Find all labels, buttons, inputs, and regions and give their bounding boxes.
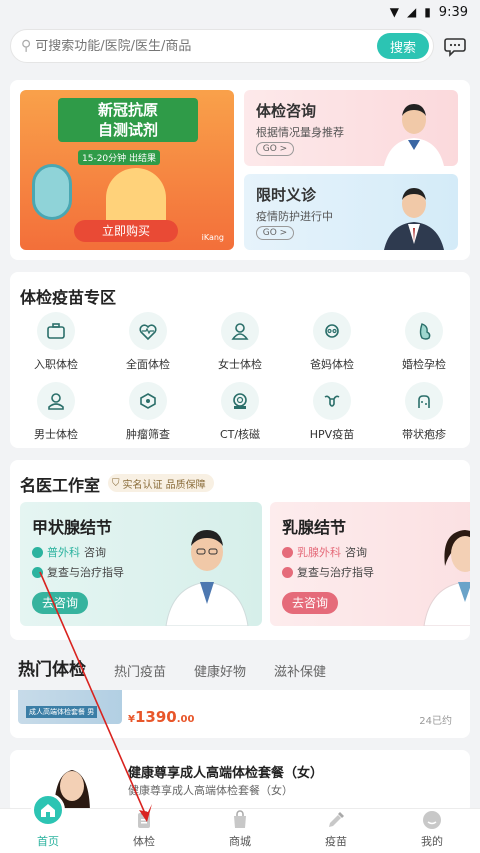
card-line: 乳腺外科 咨询 [282, 544, 367, 560]
wifi-icon: ▼ [389, 5, 399, 19]
doctor-portrait-icon [384, 188, 444, 250]
male-doctor-portrait-icon [165, 530, 249, 626]
nav-checkup[interactable]: 体检 [96, 809, 192, 853]
message-icon[interactable] [444, 35, 466, 57]
heart-pulse-icon [129, 312, 167, 350]
card-title: 体检咨询 [256, 102, 317, 120]
antigen-test-banner[interactable]: 新冠抗原 自测试剂 15-20分钟 出结果 立即购买 iKang [20, 90, 234, 250]
zone-item-ct-mri[interactable]: CT/核磁 [194, 382, 286, 442]
search-input[interactable] [35, 38, 366, 54]
woman-icon [221, 312, 259, 350]
shingles-icon [405, 382, 443, 420]
card-title: 乳腺结节 [282, 518, 347, 537]
zone-item-tumor-screening[interactable]: 肿瘤筛查 [102, 382, 194, 442]
briefcase-icon [37, 312, 75, 350]
section-title: 体检疫苗专区 [20, 288, 117, 307]
nav-mall[interactable]: 商城 [192, 809, 288, 853]
nav-home[interactable]: 首页 [0, 793, 96, 853]
promo-title: 新冠抗原 自测试剂 [58, 98, 198, 142]
buy-now-button[interactable]: 立即购买 [74, 220, 178, 242]
card-subtitle: 根据情况量身推荐 [256, 126, 344, 139]
search-icon: ⚲ [21, 38, 32, 54]
product-card[interactable]: 健康尊享成人高端体检套餐（女） 健康尊享成人高端体检套餐（女） [10, 750, 470, 814]
female-doctor-portrait-icon [423, 530, 470, 626]
status-time: 9:39 [438, 4, 468, 20]
profile-icon [423, 811, 441, 829]
signal-icon: ◢ [406, 5, 417, 19]
top-bar: ⚲ 搜索 [10, 28, 472, 64]
checkup-consult-card[interactable]: 体检咨询 根据情况量身推荐 GO > [244, 90, 458, 166]
shopping-bag-icon [234, 810, 246, 828]
zone-item-women-checkup[interactable]: 女士体检 [194, 312, 286, 372]
product-price: ¥1390.00 [128, 708, 195, 726]
famous-doctor-studio: 名医工作室 ⛉ 实名认证 品质保障 甲状腺结节 普外科 咨询 复查与治疗指导 去咨… [10, 460, 470, 640]
tab-hot-vaccine[interactable]: 热门疫苗 [114, 661, 166, 688]
zone-grid: 入职体检 全面体检 女士体检 爸妈体检 婚检孕检 男士体检 肿瘤筛查 CT/核磁… [10, 312, 470, 442]
zone-item-employment-checkup[interactable]: 入职体检 [10, 312, 102, 372]
card-line: 普外科 咨询 [32, 544, 106, 560]
card-subtitle: 疫情防护进行中 [256, 210, 333, 223]
man-icon [37, 382, 75, 420]
zone-item-men-checkup[interactable]: 男士体检 [10, 382, 102, 442]
product-thumbnail: 成人高端体检套餐 男 [18, 690, 122, 724]
tab-nourishment[interactable]: 滋补保健 [274, 661, 326, 688]
go-button[interactable]: GO > [256, 226, 294, 240]
product-tabs: 热门体检 热门疫苗 健康好物 滋补保健 [0, 652, 480, 688]
card-title: 限时义诊 [256, 186, 317, 204]
banner-section: 新冠抗原 自测试剂 15-20分钟 出结果 立即购买 iKang 体检咨询 根据… [10, 80, 470, 260]
zone-item-hpv-vaccine[interactable]: HPV疫苗 [286, 382, 378, 442]
uterus-icon [313, 382, 351, 420]
tab-health-goods[interactable]: 健康好物 [194, 661, 246, 688]
zone-item-parents-checkup[interactable]: 爸妈体检 [286, 312, 378, 372]
checkup-vaccine-zone: 体检疫苗专区 入职体检 全面体检 女士体检 爸妈体检 婚检孕检 男士体检 肿瘤筛… [10, 272, 470, 448]
home-icon [31, 793, 65, 827]
syringe-icon [329, 812, 344, 827]
product-name: 健康尊享成人高端体检套餐（女） [128, 766, 324, 781]
ct-scanner-icon [221, 382, 259, 420]
check-icon [282, 546, 293, 558]
status-bar: ▼ ◢ ▮ 9:39 [0, 0, 480, 24]
free-clinic-card[interactable]: 限时义诊 疫情防护进行中 GO > [244, 174, 458, 250]
verified-badge: ⛉ 实名认证 品质保障 [108, 474, 214, 492]
tumor-icon [129, 382, 167, 420]
pregnancy-icon [405, 312, 443, 350]
search-box[interactable]: ⚲ 搜索 [10, 29, 434, 63]
product-subtitle: 健康尊享成人高端体检套餐（女） [128, 784, 293, 797]
promo-tag: 15-20分钟 出结果 [78, 150, 161, 165]
card-title: 甲状腺结节 [32, 518, 113, 537]
shield-icon: ⛉ [112, 477, 120, 489]
zone-item-shingles[interactable]: 带状疱疹 [378, 382, 470, 442]
booked-count: 24已约 [419, 716, 452, 727]
zone-item-premarital-pregnancy[interactable]: 婚检孕检 [378, 312, 470, 372]
nav-profile[interactable]: 我的 [384, 809, 480, 853]
clipboard-icon [138, 811, 150, 828]
doctor-portrait-icon [384, 104, 444, 166]
check-icon [32, 566, 43, 578]
product-card[interactable]: 成人高端体检套餐 男 ¥1390.00 24已约 [10, 690, 470, 738]
card-line: 复查与治疗指导 [282, 564, 374, 580]
consult-button[interactable]: 去咨询 [282, 592, 338, 614]
card-line: 复查与治疗指导 [32, 564, 124, 580]
thyroid-nodule-card[interactable]: 甲状腺结节 普外科 咨询 复查与治疗指导 去咨询 [20, 502, 262, 626]
nav-vaccine[interactable]: 疫苗 [288, 809, 384, 853]
bottom-nav: 首页 体检 商城 疫苗 我的 [0, 793, 480, 853]
mirror-illustration [32, 164, 72, 220]
check-icon [282, 566, 293, 578]
tab-hot-checkup[interactable]: 热门体检 [18, 655, 86, 688]
zone-item-full-checkup[interactable]: 全面体检 [102, 312, 194, 372]
battery-icon: ▮ [424, 5, 431, 19]
consult-button[interactable]: 去咨询 [32, 592, 88, 614]
elder-icon [313, 312, 351, 350]
brand-logo: iKang [201, 233, 224, 242]
go-button[interactable]: GO > [256, 142, 294, 156]
section-title: 名医工作室 [20, 476, 101, 495]
search-button[interactable]: 搜索 [377, 33, 429, 59]
check-icon [32, 546, 43, 558]
breast-nodule-card[interactable]: 乳腺结节 乳腺外科 咨询 复查与治疗指导 去咨询 [270, 502, 470, 626]
